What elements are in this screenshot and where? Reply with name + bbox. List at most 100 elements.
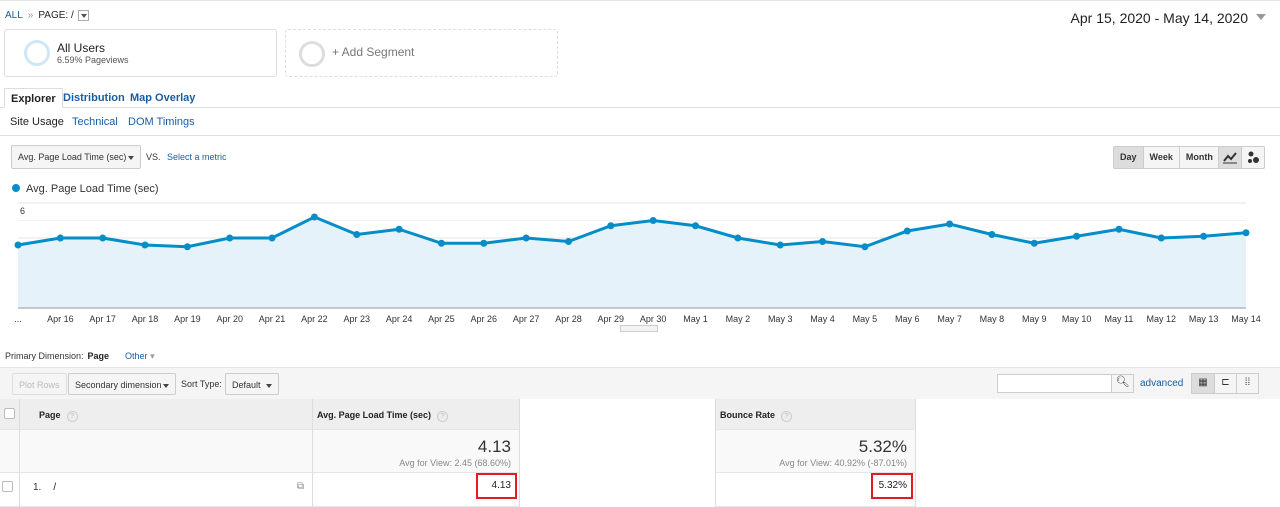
table-view-toggle: ▦ ⊏ ⁞⁞ — [1191, 373, 1259, 394]
comparison-view-icon[interactable]: ⁞⁞ — [1236, 374, 1258, 393]
x-tick-label: May 9 — [1022, 314, 1047, 324]
primary-dimension-page[interactable]: Page — [88, 351, 110, 361]
sort-type-label: Sort Type: — [181, 379, 222, 389]
select-metric-link[interactable]: Select a metric — [167, 152, 227, 162]
secondary-dimension-dropdown[interactable]: Secondary dimension — [68, 373, 176, 395]
data-point — [903, 227, 911, 235]
data-point — [14, 241, 22, 249]
top-divider — [0, 0, 1280, 1]
motion-chart-icon[interactable] — [1241, 147, 1264, 168]
row-page-link[interactable]: / — [53, 482, 56, 493]
segment-all-users[interactable]: All Users 6.59% Pageviews — [4, 29, 277, 77]
tab-explorer[interactable]: Explorer — [4, 88, 63, 108]
week-button[interactable]: Week — [1142, 147, 1179, 168]
tab-distribution[interactable]: Distribution — [57, 88, 131, 108]
data-point — [183, 243, 191, 251]
search-icon[interactable]: 🔍︎ — [1111, 375, 1133, 392]
data-point — [1200, 232, 1208, 240]
row-checkbox-cell — [0, 473, 20, 507]
date-range-picker[interactable]: Apr 15, 2020 - May 14, 2020 — [1071, 10, 1266, 26]
segment-subtitle: 6.59% Pageviews — [57, 55, 129, 65]
secondary-dimension-label: Secondary dimension — [75, 380, 162, 390]
vs-label: VS. — [146, 152, 161, 162]
row-index: 1. — [33, 482, 42, 493]
day-button[interactable]: Day — [1114, 147, 1143, 168]
select-all-header — [0, 399, 20, 430]
data-point — [607, 222, 615, 230]
segment-ring-icon — [299, 41, 325, 67]
x-tick-label: Apr 28 — [555, 314, 582, 324]
data-point — [480, 239, 488, 247]
primary-dimension-other[interactable]: Other — [125, 351, 148, 361]
x-tick-label: Apr 21 — [259, 314, 286, 324]
help-icon[interactable]: ? — [781, 411, 793, 422]
column-header-label: Page — [39, 410, 61, 420]
row-checkbox[interactable] — [2, 481, 13, 492]
data-point — [310, 213, 318, 221]
x-tick-label: Apr 19 — [174, 314, 201, 324]
breadcrumb-current: PAGE: / — [38, 10, 74, 22]
data-point — [1115, 225, 1123, 233]
breadcrumb-separator: » — [27, 10, 34, 22]
data-point — [226, 234, 234, 242]
column-header-load-time[interactable]: Avg. Page Load Time (sec)? — [313, 399, 520, 430]
select-all-checkbox[interactable] — [4, 408, 15, 419]
chevron-down-icon — [128, 156, 134, 163]
x-tick-label: Apr 17 — [89, 314, 116, 324]
column-header-page[interactable]: Page? — [20, 399, 313, 430]
line-chart: 246...Apr 16Apr 17Apr 18Apr 19Apr 20Apr … — [14, 202, 1261, 324]
metric-dropdown[interactable]: Avg. Page Load Time (sec) — [11, 145, 141, 169]
data-point — [946, 220, 954, 228]
chevron-down-icon — [1256, 14, 1266, 25]
help-icon[interactable]: ? — [437, 411, 449, 422]
subtab-technical[interactable]: Technical — [72, 116, 118, 128]
advanced-filter-link[interactable]: advanced — [1140, 378, 1183, 389]
plot-rows-button[interactable]: Plot Rows — [12, 373, 67, 395]
open-page-icon[interactable]: ⧉ — [297, 481, 304, 492]
sort-type-value: Default — [232, 380, 261, 390]
total-value: 4.13 — [477, 437, 511, 456]
table-search-input[interactable] — [998, 375, 1110, 392]
data-point — [395, 225, 403, 233]
report-tabs: Explorer Distribution Map Overlay — [0, 88, 1280, 108]
month-button[interactable]: Month — [1178, 147, 1219, 168]
data-point — [988, 231, 996, 238]
help-icon[interactable]: ? — [66, 411, 78, 422]
subtab-site-usage[interactable]: Site Usage — [10, 116, 64, 128]
table-view-icon[interactable]: ▦ — [1192, 374, 1214, 393]
data-point — [268, 234, 276, 242]
sub-tabs: Site Usage Technical DOM Timings — [0, 108, 1280, 136]
x-tick-label: Apr 18 — [132, 314, 159, 324]
line-chart-icon[interactable] — [1219, 147, 1241, 168]
breadcrumb-dropdown[interactable] — [77, 10, 89, 21]
totals-bounce-rate: 5.32% Avg for View: 40.92% (-87.01%) — [715, 430, 916, 473]
chart-legend: Avg. Page Load Time (sec) — [12, 183, 158, 195]
sort-type-dropdown[interactable]: Default — [225, 373, 279, 395]
x-tick-label: Apr 25 — [428, 314, 455, 324]
row-load-time-cell: 4.13 — [313, 473, 520, 507]
data-point — [861, 243, 869, 251]
table-toolbar: Plot Rows Secondary dimension Sort Type:… — [0, 367, 1280, 399]
add-segment-button[interactable]: + Add Segment — [285, 29, 558, 77]
data-point — [1157, 234, 1165, 242]
column-header-label: Avg. Page Load Time (sec) — [317, 410, 432, 420]
x-tick-label: May 13 — [1189, 314, 1219, 324]
data-point — [141, 241, 149, 249]
x-tick-label: Apr 20 — [216, 314, 243, 324]
data-point — [437, 239, 445, 247]
add-segment-label: + Add Segment — [332, 45, 415, 59]
primary-dimension-label: Primary Dimension: — [5, 351, 84, 361]
x-tick-label: May 6 — [895, 314, 920, 324]
pivot-view-icon[interactable]: ⊏ — [1214, 374, 1236, 393]
chart-resize-handle[interactable] — [620, 325, 658, 332]
legend-dot-icon — [12, 184, 20, 192]
x-tick-label: May 2 — [726, 314, 751, 324]
data-point — [353, 231, 361, 238]
tab-map-overlay[interactable]: Map Overlay — [124, 88, 201, 108]
x-tick-label: May 4 — [810, 314, 835, 324]
x-tick-label: Apr 26 — [471, 314, 498, 324]
column-header-bounce-rate[interactable]: Bounce Rate? — [715, 399, 916, 430]
breadcrumb-all[interactable]: ALL — [5, 10, 23, 21]
table-row: 1. / ⧉ — [20, 473, 313, 507]
subtab-dom-timings[interactable]: DOM Timings — [128, 116, 195, 128]
